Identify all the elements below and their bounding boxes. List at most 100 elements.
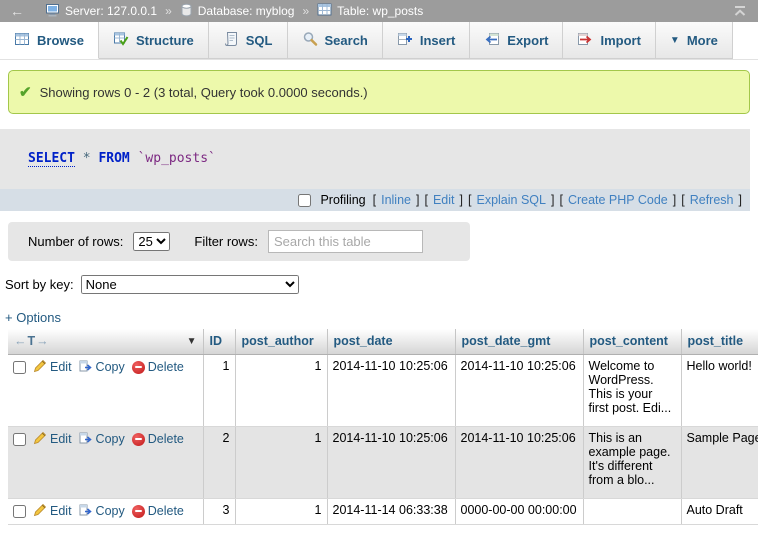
tab-bar: Browse Structure SQL Search Insert Expor…	[0, 22, 758, 60]
inline-link[interactable]: Inline	[381, 193, 411, 207]
bracket: ]	[739, 193, 742, 207]
bracket: [	[424, 193, 427, 207]
cell-post-content	[583, 498, 681, 524]
cell-post-date: 2014-11-10 10:25:06	[327, 354, 455, 426]
insert-icon	[397, 31, 413, 50]
copy-icon	[79, 503, 93, 520]
edit-query-link[interactable]: Edit	[433, 193, 455, 207]
transpose-icon[interactable]: ←T→	[14, 334, 50, 348]
copy-label: Copy	[96, 432, 125, 446]
cell-post-title: Hello world!	[681, 354, 758, 426]
bracket: [	[468, 193, 471, 207]
tab-label: Browse	[37, 33, 84, 48]
bracket: [	[681, 193, 684, 207]
pencil-icon	[33, 359, 47, 376]
row-copy-link[interactable]: Copy	[79, 503, 125, 520]
tab-browse[interactable]: Browse	[0, 22, 99, 59]
tab-label: More	[687, 33, 718, 48]
row-actions-cell: Edit Copy Delete	[8, 354, 203, 426]
filter-rows-input[interactable]	[268, 230, 423, 253]
cell-post-date: 2014-11-14 06:33:38	[327, 498, 455, 524]
tab-label: Structure	[136, 33, 194, 48]
cell-post-date-gmt: 0000-00-00 00:00:00	[455, 498, 583, 524]
sort-by-key-label: Sort by key:	[5, 277, 74, 292]
breadcrumb-database[interactable]: Database: myblog	[180, 3, 295, 20]
actions-header-cell: ←T→ ▼	[8, 329, 203, 354]
breadcrumb-separator: »	[165, 4, 172, 18]
column-header-post-content[interactable]: post_content	[583, 329, 681, 354]
row-delete-link[interactable]: Delete	[132, 360, 184, 374]
table-row: Edit Copy Delete 1 1 2014-11-10 10:25:06…	[8, 354, 758, 426]
cell-post-date: 2014-11-10 10:25:06	[327, 426, 455, 498]
copy-icon	[79, 359, 93, 376]
row-edit-link[interactable]: Edit	[33, 359, 72, 376]
tab-label: SQL	[246, 33, 273, 48]
tab-more[interactable]: ▼ More	[656, 22, 733, 59]
row-select-checkbox[interactable]	[13, 433, 26, 446]
bracket: [	[559, 193, 562, 207]
row-delete-link[interactable]: Delete	[132, 504, 184, 518]
row-copy-link[interactable]: Copy	[79, 359, 125, 376]
sql-keyword-from: FROM	[98, 151, 129, 166]
column-header-post-title[interactable]: post_title	[681, 329, 758, 354]
create-php-code-link[interactable]: Create PHP Code	[568, 193, 668, 207]
profiling-checkbox[interactable]	[298, 194, 311, 207]
browse-icon	[14, 31, 30, 50]
cell-post-author: 1	[235, 426, 327, 498]
number-of-rows-label: Number of rows:	[28, 234, 123, 249]
breadcrumb-bar: ← Server: 127.0.0.1 » Database: myblog »…	[0, 0, 758, 22]
page-size-select[interactable]: 25	[133, 232, 170, 251]
sql-star: *	[83, 151, 91, 166]
tab-sql[interactable]: SQL	[209, 22, 288, 59]
cell-post-content: Welcome to WordPress. This is your first…	[583, 354, 681, 426]
sort-dropdown-icon[interactable]: ▼	[187, 336, 197, 347]
delete-label: Delete	[148, 360, 184, 374]
sql-footer-bar: Profiling [ Inline ] [ Edit ] [ Explain …	[0, 189, 750, 211]
sql-query-text: SELECT * FROM `wp_posts`	[0, 129, 750, 189]
breadcrumb-table[interactable]: Table: wp_posts	[317, 3, 423, 19]
tab-export[interactable]: Export	[470, 22, 563, 59]
cell-post-date-gmt: 2014-11-10 10:25:06	[455, 426, 583, 498]
tab-search[interactable]: Search	[288, 22, 383, 59]
breadcrumb-database-label: Database: myblog	[198, 4, 295, 18]
tab-label: Import	[600, 33, 640, 48]
row-edit-link[interactable]: Edit	[33, 503, 72, 520]
profiling-label[interactable]: Profiling	[320, 193, 365, 207]
tab-structure[interactable]: Structure	[99, 22, 209, 59]
copy-icon	[79, 431, 93, 448]
cell-id: 3	[203, 498, 235, 524]
server-icon	[45, 3, 60, 20]
column-header-post-author[interactable]: post_author	[235, 329, 327, 354]
success-check-icon: ✔	[19, 83, 32, 101]
bracket: ]	[460, 193, 463, 207]
row-edit-link[interactable]: Edit	[33, 431, 72, 448]
bracket: ]	[673, 193, 676, 207]
cell-post-date-gmt: 2014-11-10 10:25:06	[455, 354, 583, 426]
scroll-to-top-icon[interactable]	[732, 4, 748, 18]
explain-sql-link[interactable]: Explain SQL	[476, 193, 545, 207]
sort-by-key-select[interactable]: None	[81, 275, 299, 294]
column-header-id[interactable]: ID	[203, 329, 235, 354]
column-header-post-date[interactable]: post_date	[327, 329, 455, 354]
edit-label: Edit	[50, 360, 72, 374]
table-row: Edit Copy Delete 2 1 2014-11-10 10:25:06…	[8, 426, 758, 498]
row-delete-link[interactable]: Delete	[132, 432, 184, 446]
sql-keyword-select[interactable]: SELECT	[28, 151, 75, 167]
bracket: ]	[416, 193, 419, 207]
tab-import[interactable]: Import	[563, 22, 655, 59]
row-select-checkbox[interactable]	[13, 505, 26, 518]
filter-rows-label: Filter rows:	[194, 234, 258, 249]
cell-id: 2	[203, 426, 235, 498]
tab-insert[interactable]: Insert	[383, 22, 470, 59]
refresh-link[interactable]: Refresh	[690, 193, 734, 207]
breadcrumb-server[interactable]: Server: 127.0.0.1	[45, 3, 157, 20]
delete-icon	[132, 505, 145, 518]
column-header-post-date-gmt[interactable]: post_date_gmt	[455, 329, 583, 354]
options-toggle-link[interactable]: + Options	[5, 310, 61, 325]
nav-collapse-arrow-icon[interactable]: ←	[10, 3, 24, 19]
delete-icon	[132, 433, 145, 446]
row-copy-link[interactable]: Copy	[79, 431, 125, 448]
search-icon	[302, 31, 318, 50]
query-status-banner: ✔ Showing rows 0 - 2 (3 total, Query too…	[8, 70, 750, 114]
row-select-checkbox[interactable]	[13, 361, 26, 374]
